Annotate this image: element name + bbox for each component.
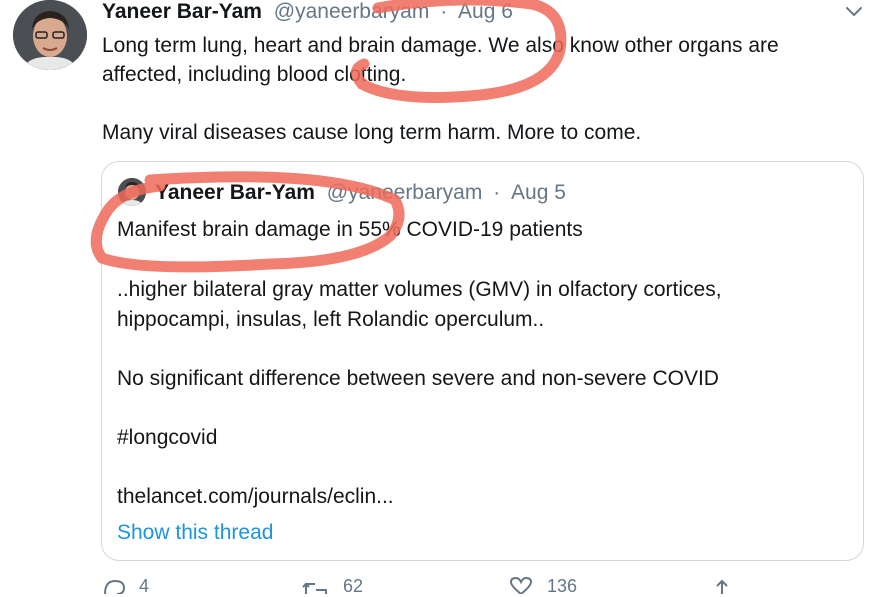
author-avatar[interactable] (13, 0, 87, 70)
share-icon (712, 576, 732, 596)
like-count: 136 (547, 576, 578, 596)
like-button[interactable]: 136 (508, 576, 578, 596)
heart-icon (508, 576, 539, 596)
reply-count: 4 (139, 576, 150, 596)
tweet-actions: 4 62 136 (102, 576, 802, 596)
reply-button[interactable]: 4 (102, 576, 150, 596)
avatar-portrait (13, 0, 87, 70)
quoted-author-handle: @yaneerbaryam (326, 181, 483, 204)
retweet-icon (302, 576, 335, 596)
chevron-down-icon[interactable] (843, 2, 865, 20)
tweet-paragraph-2: Many viral diseases cause long term harm… (102, 121, 642, 144)
quoted-line-1: Manifest brain damage in 55% COVID-19 pa… (117, 218, 583, 241)
quoted-tweet-header: Yaneer Bar-Yam @yaneerbaryam · Aug 5 (155, 181, 566, 205)
author-name[interactable]: Yaneer Bar-Yam (102, 0, 262, 23)
retweet-count: 62 (343, 576, 364, 596)
show-thread-link[interactable]: Show this thread (117, 520, 273, 546)
tweet-header: Yaneer Bar-Yam @yaneerbaryam · Aug 6 (102, 0, 513, 26)
reply-icon (102, 576, 131, 596)
quoted-line-3: hippocampi, insulas, left Rolandic operc… (117, 308, 545, 331)
tweet-paragraph-1: Long term lung, heart and brain damage. … (102, 34, 779, 86)
quoted-line-4: No significant difference between severe… (117, 367, 719, 390)
quoted-date-separator: · (493, 181, 501, 204)
quoted-author-name: Yaneer Bar-Yam (155, 181, 315, 204)
tweet-date[interactable]: Aug 6 (458, 0, 513, 23)
date-separator: · (440, 0, 448, 23)
quoted-line-2: ..higher bilateral gray matter volumes (… (117, 278, 722, 301)
quoted-hashtag[interactable]: #longcovid (117, 425, 217, 451)
author-handle[interactable]: @yaneerbaryam (274, 0, 430, 23)
quoted-author-avatar (118, 178, 146, 206)
quoted-tweet-date: Aug 5 (511, 181, 566, 204)
quoted-link[interactable]: thelancet.com/journals/eclin... (117, 484, 394, 510)
share-button[interactable] (712, 576, 732, 594)
retweet-button[interactable]: 62 (302, 576, 364, 596)
tweet-body: Long term lung, heart and brain damage. … (102, 31, 862, 147)
